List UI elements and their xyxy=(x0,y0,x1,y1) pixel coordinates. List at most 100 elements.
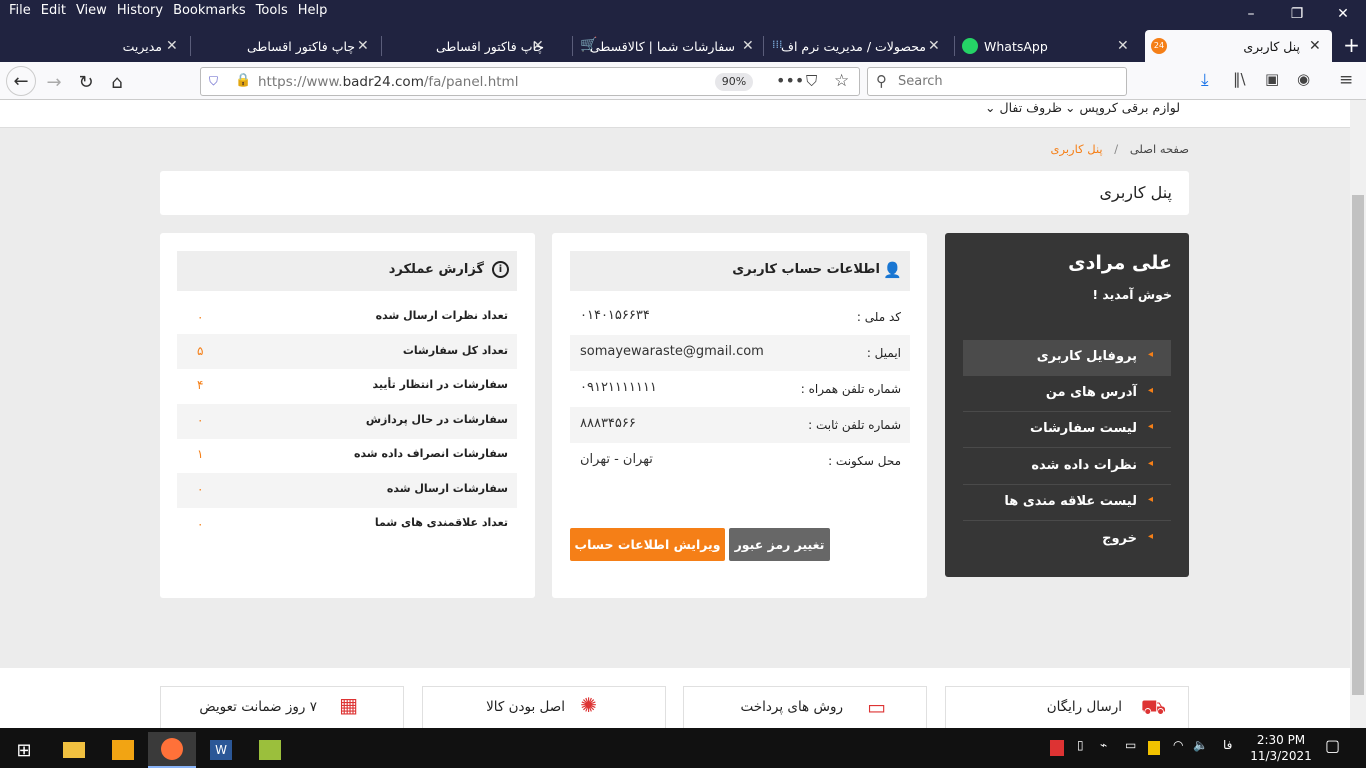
sidebar-item-addresses[interactable]: ◂ آدرس های من xyxy=(963,376,1171,412)
phone-label: شماره تلفن ثابت : xyxy=(808,418,901,432)
windows-taskbar: ⊞ W ▯ ⌁ ▭ ◠ 🔈 فا 2:30 PM 11/3/2021 ▢ xyxy=(0,728,1366,768)
search-icon: ⚲ xyxy=(876,72,887,90)
account-icon[interactable]: ◉ xyxy=(1297,70,1310,88)
perf-value: ۱ xyxy=(197,447,204,461)
email-label: ایمیل : xyxy=(866,346,901,360)
back-button[interactable]: ← xyxy=(6,66,36,96)
menu-help[interactable]: Help xyxy=(293,2,333,20)
notifications-icon[interactable]: ▢ xyxy=(1325,736,1340,755)
taskbar-outlook[interactable] xyxy=(99,732,147,768)
tray-app-icon[interactable] xyxy=(1148,741,1160,755)
tab-products[interactable]: ⁞⁞⁞ ✕ محصولات / مدیریت نرم اف xyxy=(764,30,954,62)
taskbar-file-explorer[interactable] xyxy=(50,732,98,768)
zoom-level[interactable]: 90% xyxy=(715,73,753,91)
breadcrumb-home[interactable]: صفحه اصلی xyxy=(1130,142,1189,156)
email-value: somayewaraste@gmail.com xyxy=(580,344,764,359)
menu-tools[interactable]: Tools xyxy=(251,2,293,20)
tab-invoice-2[interactable]: ✕ چاپ فاکتور اقساطی xyxy=(382,30,572,62)
tab-user-panel[interactable]: 24 ✕ پنل کاربری xyxy=(1145,30,1332,62)
language-indicator[interactable]: فا xyxy=(1223,738,1232,752)
tray-b-icon[interactable] xyxy=(1050,740,1064,756)
edit-account-button[interactable]: ویرایش اطلاعات حساب xyxy=(570,528,725,561)
taskbar-word[interactable]: W xyxy=(197,732,245,768)
user-sidebar: علی مرادی خوش آمدید ! ◂ پروفایل کاربری ◂ آ… xyxy=(945,233,1189,577)
close-tab-icon[interactable]: ✕ xyxy=(742,38,754,54)
window-controls: – ❐ ✕ xyxy=(1228,0,1366,28)
tray-volume-icon[interactable]: 🔈 xyxy=(1193,738,1208,752)
menu-bookmarks[interactable]: Bookmarks xyxy=(168,2,251,20)
category-krups[interactable]: لوازم برقی کروپس ⌄ xyxy=(1065,100,1180,115)
caret-icon: ◂ xyxy=(1147,349,1153,360)
breadcrumb-current: پنل کاربری xyxy=(1050,142,1103,156)
menu-file[interactable]: File xyxy=(4,2,36,20)
sidebar-item-orders[interactable]: ◂ لیست سفارشات xyxy=(963,412,1171,448)
page-actions-icon[interactable]: ••• xyxy=(776,71,804,90)
info-icon: i xyxy=(492,261,509,278)
minimize-button[interactable]: – xyxy=(1228,0,1274,28)
national-id-value: ۰۱۴۰۱۵۶۶۳۴ xyxy=(580,308,650,323)
category-tefal[interactable]: ظروف تفال ⌄ xyxy=(985,100,1062,115)
change-password-button[interactable]: تغییر رمز عبور xyxy=(729,528,830,561)
menu-history[interactable]: History xyxy=(112,2,168,20)
home-button[interactable]: ⌂ xyxy=(103,68,131,96)
scrollbar-thumb[interactable] xyxy=(1352,195,1364,695)
mobile-value: ۰۹۱۲۱۱۱۱۱۱۱ xyxy=(580,380,657,395)
web-page: لوازم برقی کروپس ⌄ ظروف تفال ⌄ صفحه اصلی… xyxy=(0,100,1350,736)
sidebar-item-logout[interactable]: ◂ خروج xyxy=(963,522,1171,558)
sidebar-item-reviews[interactable]: ◂ نظرات داده شده xyxy=(963,449,1171,485)
new-tab-button[interactable]: + xyxy=(1337,30,1366,62)
perf-value: ۰ xyxy=(197,482,204,496)
sidebar-item-wishlist[interactable]: ◂ لیست علاقه مندی ها xyxy=(963,485,1171,521)
search-bar[interactable]: ⚲ Search xyxy=(867,67,1127,96)
tab-invoice-1[interactable]: ✕ چاپ فاکتور اقساطی xyxy=(191,30,381,62)
mobile-label: شماره تلفن همراه : xyxy=(800,382,901,396)
reload-button[interactable]: ↻ xyxy=(72,68,100,96)
clock[interactable]: 2:30 PM 11/3/2021 xyxy=(1250,732,1312,764)
shield-icon: ⛉ xyxy=(209,74,219,88)
perf-label: تعداد کل سفارشات xyxy=(402,344,508,357)
reload-icon: ↻ xyxy=(78,71,94,93)
pocket-icon[interactable]: ⛉ xyxy=(806,72,817,90)
start-button[interactable]: ⊞ xyxy=(0,732,48,768)
tray-usb-icon[interactable]: ▯ xyxy=(1077,738,1084,752)
url-text[interactable]: https://www.badr24.com/fa/panel.html xyxy=(258,74,518,90)
outlook-icon xyxy=(112,740,134,760)
close-tab-icon[interactable]: ✕ xyxy=(1309,38,1321,54)
tab-modiriat[interactable]: ✕ مدیریت xyxy=(0,30,190,62)
caret-icon: ◂ xyxy=(1147,531,1153,542)
url-bar[interactable]: ⛉ 🔒 https://www.badr24.com/fa/panel.html… xyxy=(200,67,860,96)
tray-wifi-icon[interactable]: ◠ xyxy=(1173,738,1183,752)
close-tab-icon[interactable]: ✕ xyxy=(166,38,178,54)
perf-value: ۴ xyxy=(197,378,204,392)
tray-battery-icon[interactable]: ▭ xyxy=(1125,738,1136,752)
menu-bar: File Edit View History Bookmarks Tools H… xyxy=(4,2,332,20)
search-input[interactable]: Search xyxy=(898,74,943,89)
close-tab-icon[interactable]: ✕ xyxy=(928,38,940,54)
tray-network-icon[interactable]: ⌁ xyxy=(1100,738,1107,752)
maximize-button[interactable]: ❐ xyxy=(1274,0,1320,28)
perf-label: تعداد نظرات ارسال شده xyxy=(375,309,508,322)
close-tab-icon[interactable]: ✕ xyxy=(357,38,369,54)
sidebar-item-profile[interactable]: ◂ پروفایل کاربری xyxy=(963,340,1171,376)
close-window-button[interactable]: ✕ xyxy=(1320,0,1366,28)
sidebar-toggle-icon[interactable]: ▣ xyxy=(1265,70,1279,88)
hamburger-menu-icon[interactable]: ≡ xyxy=(1339,70,1353,90)
tab-orders[interactable]: 🛒 ✕ سفارشات شما | کالاقسطی xyxy=(573,30,763,62)
clock-time: 2:30 PM xyxy=(1256,733,1306,747)
browser-titlebar: File Edit View History Bookmarks Tools H… xyxy=(0,0,1366,64)
taskbar-app[interactable] xyxy=(246,732,294,768)
menu-view[interactable]: View xyxy=(71,2,112,20)
truck-icon: ⛟ xyxy=(1140,695,1166,719)
firefox-icon xyxy=(161,738,183,760)
close-tab-icon[interactable]: ✕ xyxy=(1117,38,1129,54)
perf-label: سفارشات در حال پردازش xyxy=(365,413,508,426)
taskbar-firefox[interactable] xyxy=(148,732,196,768)
library-icon[interactable]: ‖\ xyxy=(1233,70,1246,88)
tab-whatsapp[interactable]: WhatsApp ✕ xyxy=(955,30,1145,62)
forward-button[interactable]: → xyxy=(40,68,68,96)
download-icon[interactable]: ⤓ xyxy=(1201,70,1209,90)
lock-icon: 🔒 xyxy=(235,73,252,88)
bookmark-star-icon[interactable]: ☆ xyxy=(834,71,849,91)
menu-edit[interactable]: Edit xyxy=(36,2,71,20)
perf-value: ۰ xyxy=(197,413,204,427)
